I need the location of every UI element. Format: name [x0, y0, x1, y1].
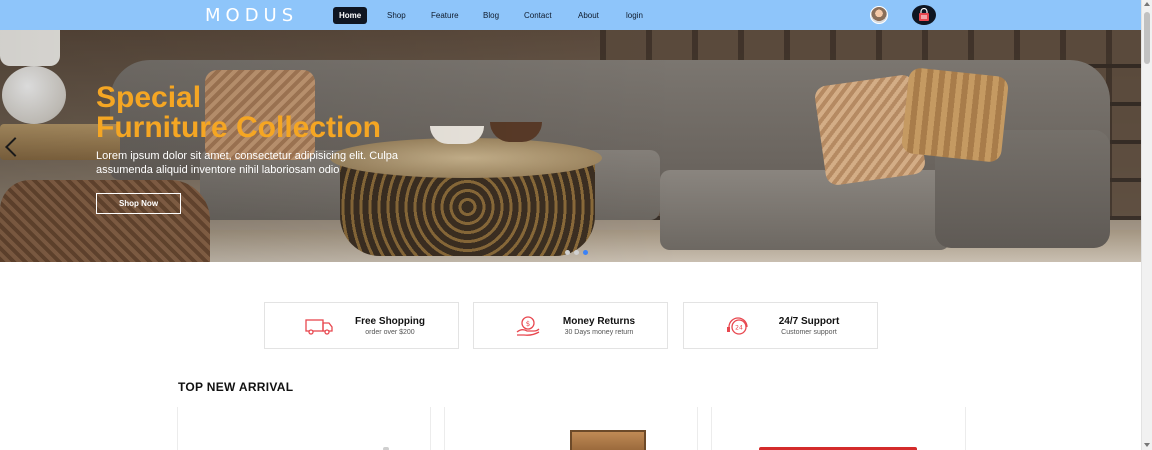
carousel-dot[interactable]: [565, 250, 570, 255]
scrollbar-thumb[interactable]: [1144, 12, 1150, 64]
nav-home[interactable]: Home: [333, 7, 368, 24]
nav-contact[interactable]: Contact: [518, 7, 558, 24]
nav-blog[interactable]: Blog: [477, 7, 505, 24]
shopping-bag-icon: [919, 8, 929, 21]
page: MODUS Home Shop Feature Blog Contact Abo…: [0, 0, 1152, 450]
truck-icon: [305, 319, 333, 335]
feature-title: Free Shopping: [355, 316, 425, 327]
hero-title: Special Furniture Collection: [96, 83, 381, 143]
carousel-dot-active[interactable]: [583, 250, 588, 255]
user-avatar[interactable]: [870, 6, 888, 24]
nav-about[interactable]: About: [572, 7, 605, 24]
money-hand-icon: $: [516, 316, 540, 336]
feature-free-shopping: Free Shopping order over $200: [264, 302, 459, 349]
shop-now-button[interactable]: Shop Now: [96, 193, 181, 214]
feature-subtitle: 30 Days money return: [564, 329, 634, 336]
feature-subtitle: Customer support: [781, 329, 837, 336]
shopping-bag-button[interactable]: [912, 5, 936, 25]
product-image: [570, 430, 646, 450]
scroll-down-arrow-icon[interactable]: [1144, 443, 1150, 447]
hero-description: Lorem ipsum dolor sit amet, consectetur …: [96, 150, 399, 176]
hero-title-line2: Furniture Collection: [96, 111, 381, 144]
product-card[interactable]: [711, 407, 966, 450]
product-card[interactable]: [177, 407, 431, 450]
scroll-up-arrow-icon[interactable]: [1144, 2, 1150, 6]
hero-overlay: [0, 30, 1141, 262]
carousel-dot[interactable]: [574, 250, 579, 255]
product-card[interactable]: [444, 407, 698, 450]
feature-title: Money Returns: [562, 316, 636, 327]
hero-title-line1: Special: [96, 81, 202, 114]
hero-banner: Special Furniture Collection Lorem ipsum…: [0, 30, 1141, 262]
section-title: TOP NEW ARRIVAL: [178, 380, 294, 394]
support-24-icon: 24: [727, 317, 748, 335]
feature-subtitle: order over $200: [365, 329, 415, 336]
svg-text:24: 24: [735, 325, 743, 332]
vertical-scrollbar[interactable]: [1141, 0, 1152, 450]
feature-title: 24/7 Support: [778, 316, 840, 327]
navbar: MODUS Home Shop Feature Blog Contact Abo…: [0, 0, 1141, 30]
feature-money-returns: $ Money Returns 30 Days money return: [473, 302, 668, 349]
feature-support: 24 24/7 Support Customer support: [683, 302, 878, 349]
svg-text:$: $: [526, 320, 530, 328]
nav-feature[interactable]: Feature: [425, 7, 465, 24]
brand-logo[interactable]: MODUS: [205, 5, 298, 26]
nav-login[interactable]: login: [620, 7, 649, 24]
nav-shop[interactable]: Shop: [381, 7, 412, 24]
